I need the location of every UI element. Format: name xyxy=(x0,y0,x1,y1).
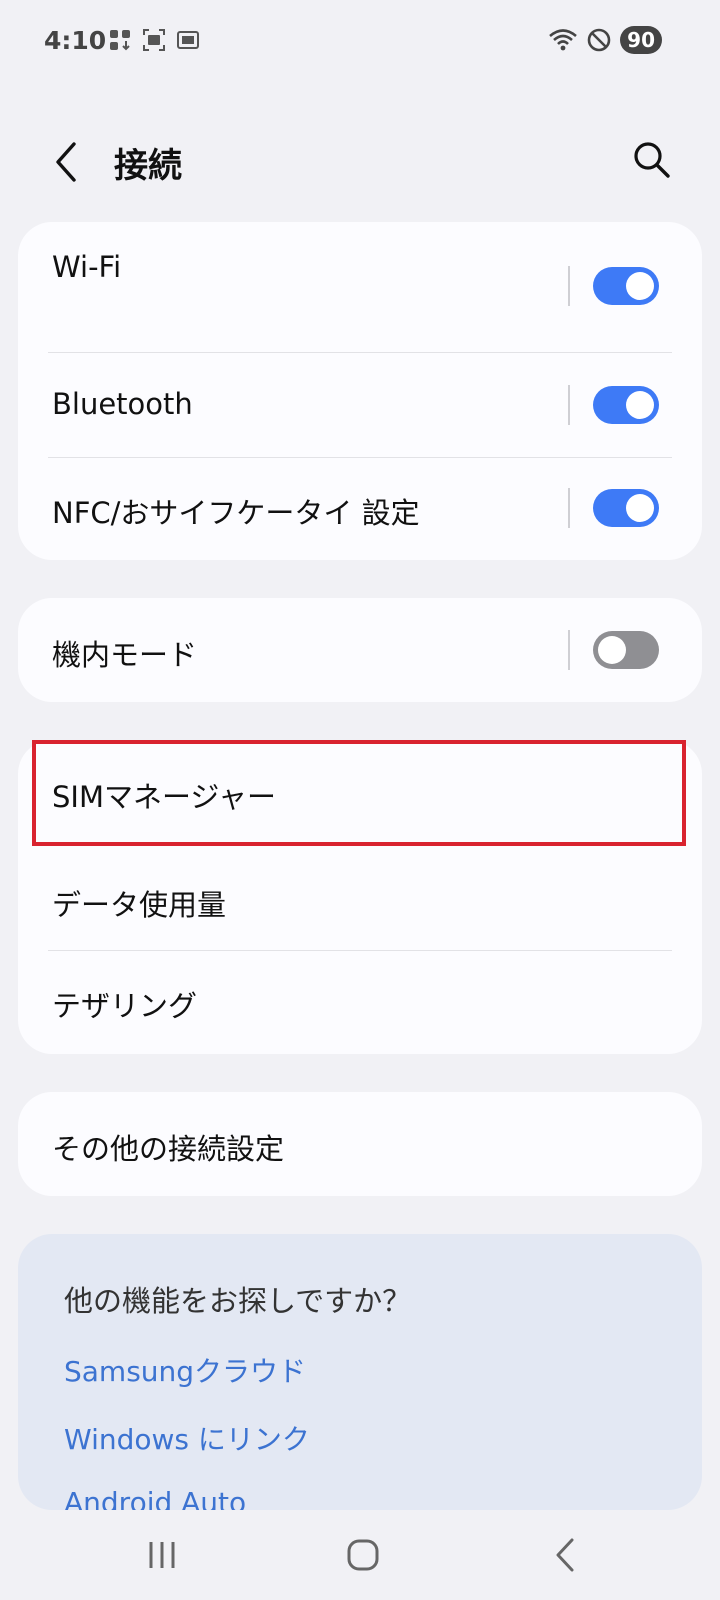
home-icon xyxy=(347,1539,379,1571)
bluetooth-row[interactable]: Bluetooth xyxy=(18,353,702,457)
suggestions-title: 他の機能をお探しですか？ xyxy=(64,1284,412,1318)
airplane-card: 機内モード xyxy=(18,598,702,702)
divider xyxy=(568,488,570,528)
link-android-auto[interactable]: Android Auto xyxy=(64,1486,246,1510)
battery-badge: 90 xyxy=(620,26,662,54)
wifi-row[interactable]: Wi-Fi xyxy=(18,222,702,352)
app-header: 接続 xyxy=(0,120,720,206)
data-usage-label: データ使用量 xyxy=(52,888,227,922)
back-button[interactable] xyxy=(46,138,86,186)
divider xyxy=(568,266,570,306)
media-icon xyxy=(177,31,199,49)
airplane-mode-row[interactable]: 機内モード xyxy=(18,598,702,702)
wifi-icon xyxy=(549,29,577,51)
back-nav-icon xyxy=(556,1538,574,1572)
data-usage-row[interactable]: データ使用量 xyxy=(18,846,702,950)
highlight-box xyxy=(32,740,686,846)
wifi-label: Wi-Fi xyxy=(52,250,122,284)
home-button[interactable] xyxy=(338,1530,388,1580)
tethering-row[interactable]: テザリング xyxy=(18,951,702,1054)
nfc-row[interactable]: NFC/おサイフケータイ 設定 xyxy=(18,458,702,560)
more-connection-settings-label: その他の接続設定 xyxy=(52,1132,285,1166)
back-nav-button[interactable] xyxy=(540,1530,590,1580)
divider xyxy=(568,630,570,670)
status-time: 4:10 xyxy=(44,26,107,55)
airplane-mode-label: 機内モード xyxy=(52,638,198,672)
nfc-toggle[interactable] xyxy=(593,489,659,527)
more-connection-settings-row[interactable]: その他の接続設定 xyxy=(18,1092,702,1196)
bluetooth-toggle[interactable] xyxy=(593,386,659,424)
bluetooth-label: Bluetooth xyxy=(52,387,193,421)
search-icon xyxy=(634,142,670,178)
search-button[interactable] xyxy=(630,138,674,182)
toggle-knob xyxy=(626,391,654,419)
status-left-icons xyxy=(108,28,200,52)
wifi-toggle[interactable] xyxy=(593,267,659,305)
status-bar: 4:10 90 xyxy=(0,0,720,84)
recent-apps-button[interactable] xyxy=(137,1530,187,1580)
connections-card: Wi-Fi Bluetooth NFC/おサイフケータイ 設定 xyxy=(18,222,702,560)
notification-grid-icon xyxy=(110,30,130,51)
page-title: 接続 xyxy=(114,146,182,186)
recent-apps-icon xyxy=(149,1542,175,1568)
screenshot-icon xyxy=(143,29,165,51)
airplane-mode-toggle[interactable] xyxy=(593,631,659,669)
toggle-knob xyxy=(626,494,654,522)
chevron-left-icon xyxy=(56,142,76,182)
status-right-icons: 90 xyxy=(548,26,662,54)
toggle-knob xyxy=(598,636,626,664)
nfc-label: NFC/おサイフケータイ 設定 xyxy=(52,496,420,530)
link-samsung-cloud[interactable]: Samsungクラウド xyxy=(64,1350,306,1390)
do-not-disturb-icon xyxy=(587,28,611,52)
more-settings-card: その他の接続設定 xyxy=(18,1092,702,1196)
toggle-knob xyxy=(626,272,654,300)
tethering-label: テザリング xyxy=(52,989,198,1023)
divider xyxy=(568,385,570,425)
link-windows[interactable]: Windows にリンク xyxy=(64,1418,310,1458)
navigation-bar xyxy=(0,1510,720,1600)
suggestions-card: 他の機能をお探しですか？ Samsungクラウド Windows にリンク An… xyxy=(18,1234,702,1510)
